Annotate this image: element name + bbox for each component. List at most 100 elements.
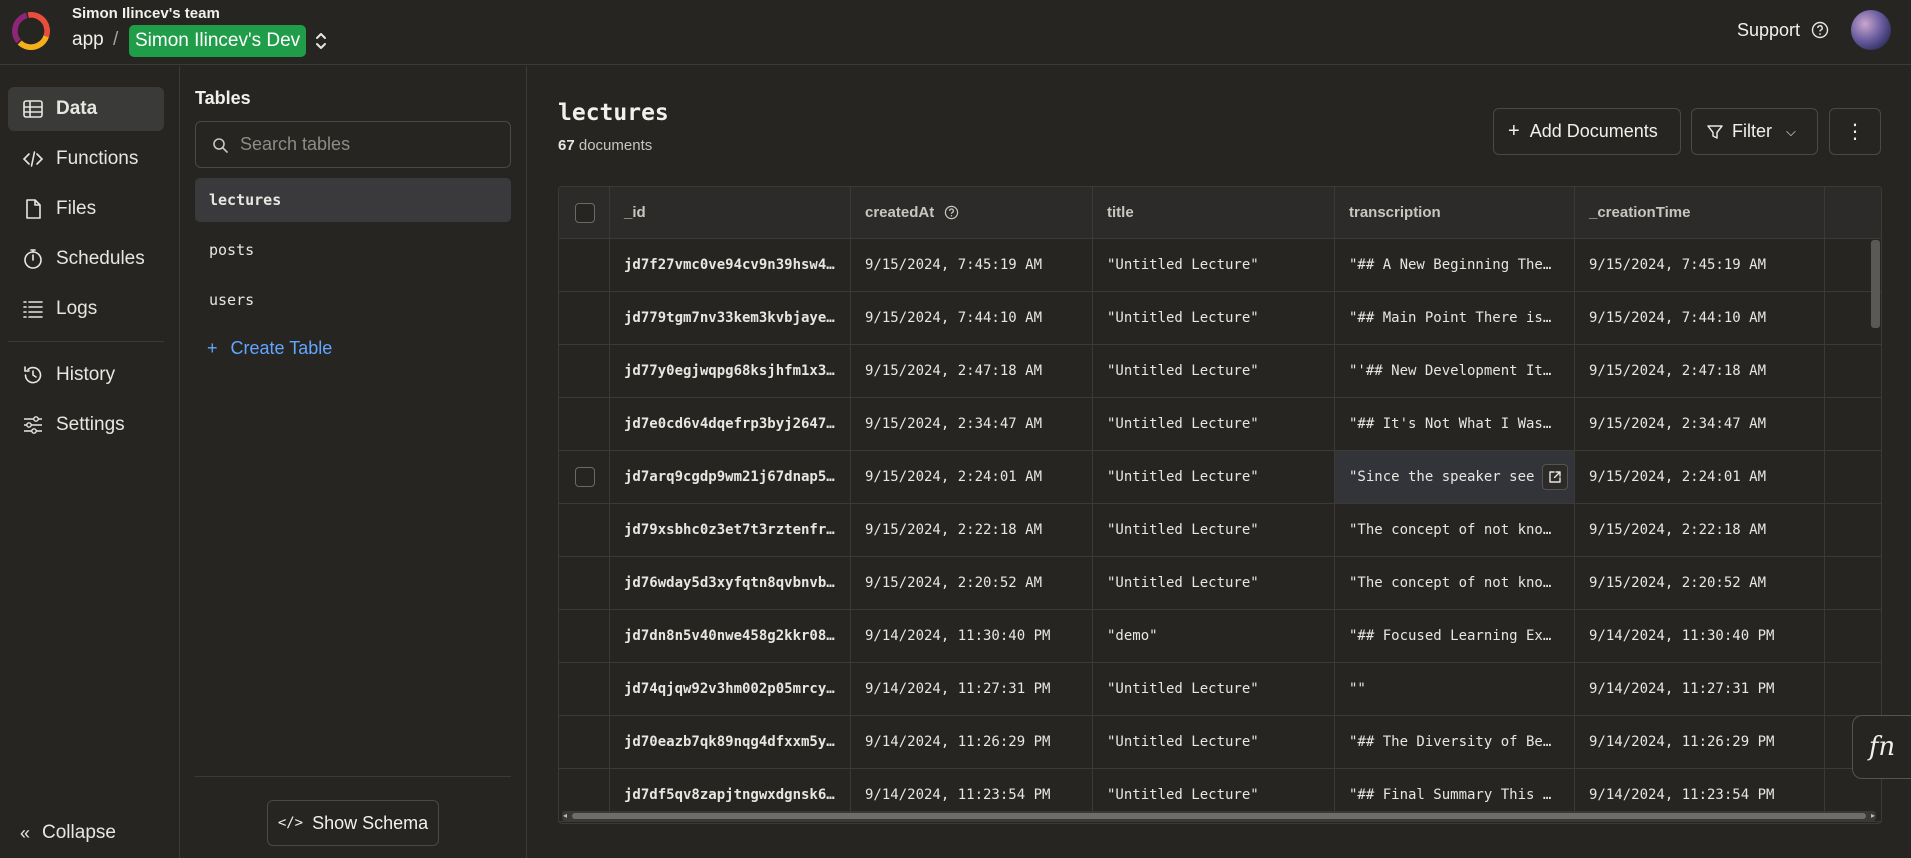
column-header-transcription[interactable]: transcription [1335, 187, 1575, 238]
show-schema-button[interactable]: </> Show Schema [267, 800, 439, 846]
nav-item-functions[interactable]: Functions [8, 137, 164, 181]
cell-transcription[interactable]: "The concept of not know… [1335, 504, 1575, 556]
table-row[interactable]: jd7arq9cgdp9wm21j67dnap5… 9/15/2024, 2:24… [559, 451, 1881, 504]
select-all-checkbox[interactable] [575, 202, 595, 223]
cell-createdat[interactable]: 9/15/2024, 7:44:10 AM [851, 292, 1093, 344]
cell-createdat[interactable]: 9/15/2024, 2:24:01 AM [851, 451, 1093, 503]
table-row[interactable]: jd76wday5d3xyfqtn8qvbnvb… 9/15/2024, 2:20… [559, 557, 1881, 610]
vertical-scrollbar[interactable] [1871, 240, 1880, 328]
cell-title[interactable]: "Untitled Lecture" [1093, 716, 1335, 768]
cell-transcription[interactable]: "## It's Not What I Was … [1335, 398, 1575, 450]
cell-id[interactable]: jd7arq9cgdp9wm21j67dnap5… [610, 451, 851, 503]
cell-transcription[interactable]: "Since the speaker see [1335, 451, 1575, 503]
nav-item-files[interactable]: Files [8, 187, 164, 231]
cell-createdat[interactable]: 9/15/2024, 2:22:18 AM [851, 504, 1093, 556]
cell-createdat[interactable]: 9/15/2024, 2:47:18 AM [851, 345, 1093, 397]
cell-creationtime[interactable]: 9/15/2024, 7:44:10 AM [1575, 292, 1825, 344]
project-link[interactable]: app [72, 29, 104, 51]
cell-createdat[interactable]: 9/14/2024, 11:30:40 PM [851, 610, 1093, 662]
cell-id[interactable]: jd779tgm7nv33kem3kvbjaye… [610, 292, 851, 344]
column-header-createdat[interactable]: createdAt [851, 187, 1093, 238]
nav-item-schedules[interactable]: Schedules [8, 237, 164, 281]
cell-createdat[interactable]: 9/14/2024, 11:27:31 PM [851, 663, 1093, 715]
cell-id[interactable]: jd74qjqw92v3hm002p05mrcy… [610, 663, 851, 715]
cell-creationtime[interactable]: 9/14/2024, 11:26:29 PM [1575, 716, 1825, 768]
column-header-creationtime[interactable]: _creationTime [1575, 187, 1825, 238]
cell-id[interactable]: jd7dn8n5v40nwe458g2kkr08… [610, 610, 851, 662]
cell-transcription[interactable]: "## The Diversity of Bea… [1335, 716, 1575, 768]
table-row[interactable]: jd7dn8n5v40nwe458g2kkr08… 9/14/2024, 11:3… [559, 610, 1881, 663]
row-checkbox-cell[interactable] [559, 292, 610, 344]
help-circle-icon[interactable] [944, 205, 959, 220]
cell-title[interactable]: "Untitled Lecture" [1093, 345, 1335, 397]
row-checkbox-cell[interactable] [559, 610, 610, 662]
row-checkbox-cell[interactable] [559, 663, 610, 715]
help-circle-icon[interactable] [1811, 21, 1829, 39]
table-row[interactable]: jd70eazb7qk89nqg4dfxxm5y… 9/14/2024, 11:2… [559, 716, 1881, 769]
nav-item-history[interactable]: History [8, 353, 164, 397]
table-item-lectures[interactable]: lectures [195, 178, 511, 222]
horizontal-scrollbar-thumb[interactable] [572, 813, 1866, 819]
cell-creationtime[interactable]: 9/14/2024, 11:30:40 PM [1575, 610, 1825, 662]
cell-title[interactable]: "Untitled Lecture" [1093, 398, 1335, 450]
scroll-left-arrow-icon[interactable]: ◂ [563, 811, 567, 821]
cell-transcription[interactable]: "" [1335, 663, 1575, 715]
search-tables-input[interactable] [240, 122, 500, 167]
cell-id[interactable]: jd7e0cd6v4dqefrp3byj2647… [610, 398, 851, 450]
cell-transcription[interactable]: "'## New Development It … [1335, 345, 1575, 397]
cell-transcription[interactable]: "## A New Beginning The … [1335, 239, 1575, 291]
cell-id[interactable]: jd79xsbhc0z3et7t3rztenfr… [610, 504, 851, 556]
cell-title[interactable]: "Untitled Lecture" [1093, 239, 1335, 291]
cell-id[interactable]: jd70eazb7qk89nqg4dfxxm5y… [610, 716, 851, 768]
nav-item-logs[interactable]: Logs [8, 287, 164, 331]
cell-id[interactable]: jd77y0egjwqpg68ksjhfm1x3… [610, 345, 851, 397]
convex-logo-icon[interactable] [12, 12, 50, 50]
table-item-users[interactable]: users [195, 278, 511, 322]
column-header-id[interactable]: _id [610, 187, 851, 238]
deployment-badge[interactable]: Simon Ilincev's Dev [129, 25, 307, 57]
cell-title[interactable]: "Untitled Lecture" [1093, 663, 1335, 715]
cell-title[interactable]: "Untitled Lecture" [1093, 292, 1335, 344]
cell-id[interactable]: jd7f27vmc0ve94cv9n39hsw4… [610, 239, 851, 291]
collapse-button[interactable]: « Collapse [20, 822, 116, 844]
cell-creationtime[interactable]: 9/15/2024, 7:45:19 AM [1575, 239, 1825, 291]
table-row[interactable]: jd779tgm7nv33kem3kvbjaye… 9/15/2024, 7:44… [559, 292, 1881, 345]
nav-item-data[interactable]: Data [8, 87, 164, 131]
row-checkbox-cell[interactable] [559, 345, 610, 397]
row-checkbox[interactable] [575, 467, 595, 487]
cell-creationtime[interactable]: 9/15/2024, 2:47:18 AM [1575, 345, 1825, 397]
add-documents-button[interactable]: + Add Documents [1493, 108, 1681, 155]
cell-creationtime[interactable]: 9/15/2024, 2:20:52 AM [1575, 557, 1825, 609]
row-checkbox-cell[interactable] [559, 504, 610, 556]
more-options-button[interactable]: ⋮ [1829, 108, 1881, 155]
support-link[interactable]: Support [1737, 20, 1800, 41]
cell-createdat[interactable]: 9/14/2024, 11:26:29 PM [851, 716, 1093, 768]
external-link-icon[interactable] [1542, 464, 1568, 490]
table-row[interactable]: jd79xsbhc0z3et7t3rztenfr… 9/15/2024, 2:22… [559, 504, 1881, 557]
filter-button[interactable]: Filter ⌵ [1691, 108, 1818, 155]
cell-createdat[interactable]: 9/15/2024, 2:34:47 AM [851, 398, 1093, 450]
table-row[interactable]: jd77y0egjwqpg68ksjhfm1x3… 9/15/2024, 2:47… [559, 345, 1881, 398]
cell-createdat[interactable]: 9/15/2024, 2:20:52 AM [851, 557, 1093, 609]
cell-transcription[interactable]: "The concept of not know… [1335, 557, 1575, 609]
cell-id[interactable]: jd76wday5d3xyfqtn8qvbnvb… [610, 557, 851, 609]
table-item-posts[interactable]: posts [195, 228, 511, 272]
cell-title[interactable]: "Untitled Lecture" [1093, 451, 1335, 503]
cell-title[interactable]: "Untitled Lecture" [1093, 504, 1335, 556]
row-checkbox-cell[interactable] [559, 398, 610, 450]
cell-title[interactable]: "Untitled Lecture" [1093, 557, 1335, 609]
cell-creationtime[interactable]: 9/15/2024, 2:24:01 AM [1575, 451, 1825, 503]
horizontal-scrollbar[interactable]: ◂ ▸ [562, 811, 1876, 821]
row-checkbox-cell[interactable] [559, 239, 610, 291]
table-row[interactable]: jd7f27vmc0ve94cv9n39hsw4… 9/15/2024, 7:45… [559, 239, 1881, 292]
chevron-up-down-icon[interactable] [311, 29, 331, 53]
cell-transcription[interactable]: "## Focused Learning Exp… [1335, 610, 1575, 662]
column-header-title[interactable]: title [1093, 187, 1335, 238]
nav-item-settings[interactable]: Settings [8, 403, 164, 447]
scroll-right-arrow-icon[interactable]: ▸ [1871, 811, 1875, 821]
table-row[interactable]: jd7e0cd6v4dqefrp3byj2647… 9/15/2024, 2:34… [559, 398, 1881, 451]
cell-transcription[interactable]: "## Main Point There is … [1335, 292, 1575, 344]
cell-creationtime[interactable]: 9/15/2024, 2:34:47 AM [1575, 398, 1825, 450]
create-table-button[interactable]: + Create Table [207, 338, 332, 359]
cell-createdat[interactable]: 9/15/2024, 7:45:19 AM [851, 239, 1093, 291]
